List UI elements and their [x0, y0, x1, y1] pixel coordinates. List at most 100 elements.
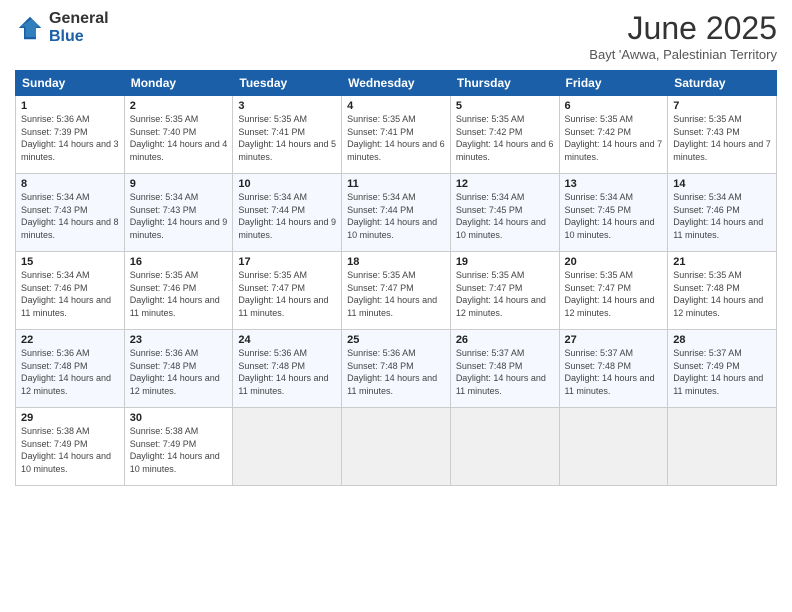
- table-row: 23 Sunrise: 5:36 AM Sunset: 7:48 PM Dayl…: [124, 330, 233, 408]
- col-saturday: Saturday: [668, 71, 777, 96]
- logo-icon: [15, 13, 45, 43]
- daylight-text: Daylight: 14 hours and 11 minutes.: [565, 373, 655, 396]
- table-row: 25 Sunrise: 5:36 AM Sunset: 7:48 PM Dayl…: [342, 330, 451, 408]
- day-number: 22: [21, 334, 119, 346]
- table-row: 10 Sunrise: 5:34 AM Sunset: 7:44 PM Dayl…: [233, 174, 342, 252]
- sunrise-text: Sunrise: 5:37 AM: [673, 348, 742, 358]
- sunrise-text: Sunrise: 5:35 AM: [130, 270, 199, 280]
- table-row: 8 Sunrise: 5:34 AM Sunset: 7:43 PM Dayli…: [16, 174, 125, 252]
- sunrise-text: Sunrise: 5:35 AM: [347, 114, 416, 124]
- day-info: Sunrise: 5:37 AM Sunset: 7:48 PM Dayligh…: [565, 347, 663, 397]
- sunrise-text: Sunrise: 5:34 AM: [673, 192, 742, 202]
- sunset-text: Sunset: 7:48 PM: [456, 361, 523, 371]
- daylight-text: Daylight: 14 hours and 9 minutes.: [238, 217, 336, 240]
- table-row: 11 Sunrise: 5:34 AM Sunset: 7:44 PM Dayl…: [342, 174, 451, 252]
- sunset-text: Sunset: 7:39 PM: [21, 127, 88, 137]
- day-info: Sunrise: 5:34 AM Sunset: 7:44 PM Dayligh…: [238, 191, 336, 241]
- sunset-text: Sunset: 7:43 PM: [673, 127, 740, 137]
- col-monday: Monday: [124, 71, 233, 96]
- table-row: 4 Sunrise: 5:35 AM Sunset: 7:41 PM Dayli…: [342, 96, 451, 174]
- day-info: Sunrise: 5:34 AM Sunset: 7:46 PM Dayligh…: [21, 269, 119, 319]
- week-row-4: 22 Sunrise: 5:36 AM Sunset: 7:48 PM Dayl…: [16, 330, 777, 408]
- day-number: 21: [673, 256, 771, 268]
- daylight-text: Daylight: 14 hours and 3 minutes.: [21, 139, 119, 162]
- day-info: Sunrise: 5:35 AM Sunset: 7:48 PM Dayligh…: [673, 269, 771, 319]
- day-info: Sunrise: 5:35 AM Sunset: 7:43 PM Dayligh…: [673, 113, 771, 163]
- day-info: Sunrise: 5:38 AM Sunset: 7:49 PM Dayligh…: [21, 425, 119, 475]
- daylight-text: Daylight: 14 hours and 11 minutes.: [673, 373, 763, 396]
- day-number: 11: [347, 178, 445, 190]
- header: General Blue June 2025 Bayt 'Awwa, Pales…: [15, 10, 777, 62]
- day-number: 24: [238, 334, 336, 346]
- page: General Blue June 2025 Bayt 'Awwa, Pales…: [0, 0, 792, 612]
- daylight-text: Daylight: 14 hours and 4 minutes.: [130, 139, 228, 162]
- sunset-text: Sunset: 7:49 PM: [130, 439, 197, 449]
- daylight-text: Daylight: 14 hours and 11 minutes.: [238, 373, 328, 396]
- sunset-text: Sunset: 7:48 PM: [347, 361, 414, 371]
- sunset-text: Sunset: 7:48 PM: [673, 283, 740, 293]
- daylight-text: Daylight: 14 hours and 7 minutes.: [565, 139, 663, 162]
- day-number: 8: [21, 178, 119, 190]
- daylight-text: Daylight: 14 hours and 10 minutes.: [456, 217, 546, 240]
- sunrise-text: Sunrise: 5:36 AM: [21, 348, 90, 358]
- col-sunday: Sunday: [16, 71, 125, 96]
- day-number: 5: [456, 100, 554, 112]
- week-row-3: 15 Sunrise: 5:34 AM Sunset: 7:46 PM Dayl…: [16, 252, 777, 330]
- table-row: 12 Sunrise: 5:34 AM Sunset: 7:45 PM Dayl…: [450, 174, 559, 252]
- sunset-text: Sunset: 7:47 PM: [565, 283, 632, 293]
- week-row-2: 8 Sunrise: 5:34 AM Sunset: 7:43 PM Dayli…: [16, 174, 777, 252]
- logo-text: General Blue: [49, 10, 109, 45]
- day-info: Sunrise: 5:36 AM Sunset: 7:39 PM Dayligh…: [21, 113, 119, 163]
- day-number: 23: [130, 334, 228, 346]
- day-info: Sunrise: 5:36 AM Sunset: 7:48 PM Dayligh…: [347, 347, 445, 397]
- sunrise-text: Sunrise: 5:35 AM: [238, 114, 307, 124]
- daylight-text: Daylight: 14 hours and 10 minutes.: [347, 217, 437, 240]
- table-row: 9 Sunrise: 5:34 AM Sunset: 7:43 PM Dayli…: [124, 174, 233, 252]
- sunset-text: Sunset: 7:40 PM: [130, 127, 197, 137]
- day-info: Sunrise: 5:36 AM Sunset: 7:48 PM Dayligh…: [21, 347, 119, 397]
- table-row: 7 Sunrise: 5:35 AM Sunset: 7:43 PM Dayli…: [668, 96, 777, 174]
- daylight-text: Daylight: 14 hours and 11 minutes.: [673, 217, 763, 240]
- sunset-text: Sunset: 7:48 PM: [565, 361, 632, 371]
- daylight-text: Daylight: 14 hours and 8 minutes.: [21, 217, 119, 240]
- week-row-1: 1 Sunrise: 5:36 AM Sunset: 7:39 PM Dayli…: [16, 96, 777, 174]
- sunrise-text: Sunrise: 5:35 AM: [238, 270, 307, 280]
- day-number: 19: [456, 256, 554, 268]
- table-row: [668, 408, 777, 486]
- daylight-text: Daylight: 14 hours and 12 minutes.: [130, 373, 220, 396]
- table-row: 14 Sunrise: 5:34 AM Sunset: 7:46 PM Dayl…: [668, 174, 777, 252]
- sunset-text: Sunset: 7:48 PM: [238, 361, 305, 371]
- col-wednesday: Wednesday: [342, 71, 451, 96]
- day-info: Sunrise: 5:35 AM Sunset: 7:40 PM Dayligh…: [130, 113, 228, 163]
- sunrise-text: Sunrise: 5:34 AM: [21, 270, 90, 280]
- day-info: Sunrise: 5:37 AM Sunset: 7:49 PM Dayligh…: [673, 347, 771, 397]
- sunrise-text: Sunrise: 5:34 AM: [130, 192, 199, 202]
- day-info: Sunrise: 5:35 AM Sunset: 7:47 PM Dayligh…: [565, 269, 663, 319]
- day-info: Sunrise: 5:36 AM Sunset: 7:48 PM Dayligh…: [130, 347, 228, 397]
- day-number: 10: [238, 178, 336, 190]
- sunrise-text: Sunrise: 5:34 AM: [21, 192, 90, 202]
- day-info: Sunrise: 5:37 AM Sunset: 7:48 PM Dayligh…: [456, 347, 554, 397]
- day-number: 13: [565, 178, 663, 190]
- calendar-title: June 2025: [589, 10, 777, 47]
- day-info: Sunrise: 5:34 AM Sunset: 7:45 PM Dayligh…: [565, 191, 663, 241]
- sunset-text: Sunset: 7:41 PM: [238, 127, 305, 137]
- sunset-text: Sunset: 7:41 PM: [347, 127, 414, 137]
- table-row: 28 Sunrise: 5:37 AM Sunset: 7:49 PM Dayl…: [668, 330, 777, 408]
- day-info: Sunrise: 5:34 AM Sunset: 7:46 PM Dayligh…: [673, 191, 771, 241]
- day-number: 25: [347, 334, 445, 346]
- table-row: 15 Sunrise: 5:34 AM Sunset: 7:46 PM Dayl…: [16, 252, 125, 330]
- daylight-text: Daylight: 14 hours and 12 minutes.: [565, 295, 655, 318]
- day-number: 18: [347, 256, 445, 268]
- day-number: 30: [130, 412, 228, 424]
- daylight-text: Daylight: 14 hours and 11 minutes.: [130, 295, 220, 318]
- sunset-text: Sunset: 7:48 PM: [130, 361, 197, 371]
- day-info: Sunrise: 5:35 AM Sunset: 7:46 PM Dayligh…: [130, 269, 228, 319]
- sunset-text: Sunset: 7:47 PM: [238, 283, 305, 293]
- sunrise-text: Sunrise: 5:36 AM: [130, 348, 199, 358]
- daylight-text: Daylight: 14 hours and 10 minutes.: [21, 451, 111, 474]
- table-row: 5 Sunrise: 5:35 AM Sunset: 7:42 PM Dayli…: [450, 96, 559, 174]
- week-row-5: 29 Sunrise: 5:38 AM Sunset: 7:49 PM Dayl…: [16, 408, 777, 486]
- daylight-text: Daylight: 14 hours and 11 minutes.: [347, 295, 437, 318]
- sunrise-text: Sunrise: 5:35 AM: [347, 270, 416, 280]
